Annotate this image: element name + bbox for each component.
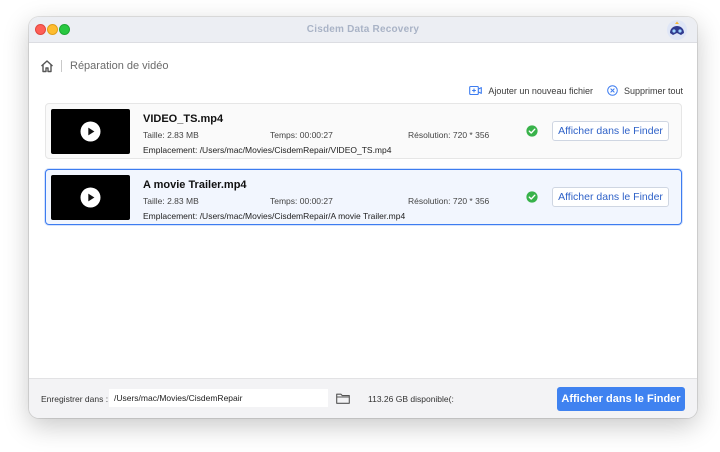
show-in-finder-button[interactable]: Afficher dans le Finder — [552, 121, 669, 141]
file-resolution: Résolution: 720 * 356 — [408, 130, 490, 140]
show-in-finder-button[interactable]: Afficher dans le Finder — [552, 187, 669, 207]
open-in-finder-button[interactable]: Afficher dans le Finder — [557, 387, 685, 411]
app-logo-icon[interactable] — [666, 19, 688, 41]
file-actions: Ajouter un nouveau fichier Supprimer tou… — [469, 85, 683, 96]
play-icon[interactable] — [80, 187, 101, 208]
footer-bar: Enregistrer dans : 113.26 GB disponible(… — [29, 378, 697, 418]
file-duration: Temps: 00:00:27 — [270, 196, 333, 206]
close-circle-icon — [607, 85, 618, 96]
file-path: Emplacement: /Users/mac/Movies/CisdemRep… — [143, 211, 406, 221]
remove-all-label: Supprimer tout — [623, 85, 683, 96]
check-circle-icon — [526, 191, 538, 203]
video-thumbnail[interactable] — [51, 109, 130, 154]
file-size: Taille: 2.83 MB — [143, 196, 199, 206]
remove-all-button[interactable]: Supprimer tout — [607, 85, 683, 96]
title-bar: Cisdem Data Recovery — [29, 17, 697, 43]
file-name: A movie Trailer.mp4 — [143, 179, 247, 191]
breadcrumb-current: Réparation de vidéo — [70, 60, 169, 72]
folder-icon[interactable] — [336, 393, 350, 404]
video-thumbnail[interactable] — [51, 175, 130, 220]
breadcrumb-divider — [61, 60, 62, 72]
file-item-selected[interactable]: A movie Trailer.mp4 Taille: 2.83 MB Temp… — [45, 169, 682, 225]
file-size: Taille: 2.83 MB — [143, 130, 199, 140]
file-item[interactable]: VIDEO_TS.mp4 Taille: 2.83 MB Temps: 00:0… — [45, 103, 682, 159]
file-name: VIDEO_TS.mp4 — [143, 113, 224, 125]
play-icon[interactable] — [80, 121, 101, 142]
app-window: Cisdem Data Recovery Réparation de vidéo… — [29, 17, 697, 418]
file-path: Emplacement: /Users/mac/Movies/CisdemRep… — [143, 145, 392, 155]
add-file-label: Ajouter un nouveau fichier — [488, 85, 593, 96]
add-file-button[interactable]: Ajouter un nouveau fichier — [469, 85, 593, 96]
save-path-input[interactable] — [109, 389, 328, 407]
file-resolution: Résolution: 720 * 356 — [408, 196, 490, 206]
home-icon[interactable] — [40, 59, 54, 73]
save-location-label: Enregistrer dans : — [41, 394, 109, 404]
disk-space-info: 113.26 GB disponible(: — [368, 394, 454, 404]
file-duration: Temps: 00:00:27 — [270, 130, 333, 140]
add-video-icon — [469, 85, 483, 96]
check-circle-icon — [526, 125, 538, 137]
window-title: Cisdem Data Recovery — [306, 24, 420, 35]
breadcrumb: Réparation de vidéo — [40, 58, 168, 74]
